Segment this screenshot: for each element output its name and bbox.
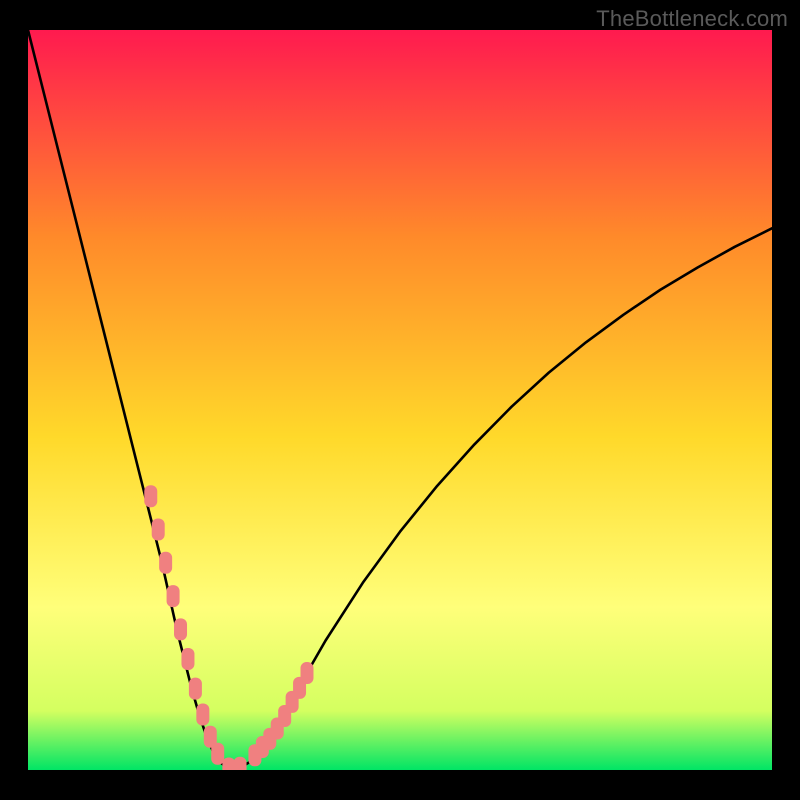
curve-marker	[196, 704, 209, 726]
curve-marker	[159, 552, 172, 574]
curve-marker	[211, 743, 224, 765]
curve-marker	[174, 618, 187, 640]
curve-marker	[234, 757, 247, 770]
curve-marker	[189, 678, 202, 700]
curve-marker	[301, 662, 314, 684]
watermark-text: TheBottleneck.com	[596, 6, 788, 32]
chart-svg	[28, 30, 772, 770]
gradient-background	[28, 30, 772, 770]
curve-marker	[181, 648, 194, 670]
curve-marker	[167, 585, 180, 607]
curve-marker	[152, 519, 165, 541]
chart-container: TheBottleneck.com	[0, 0, 800, 800]
curve-marker	[144, 485, 157, 507]
curve-marker	[222, 758, 235, 770]
plot-area	[28, 30, 772, 770]
